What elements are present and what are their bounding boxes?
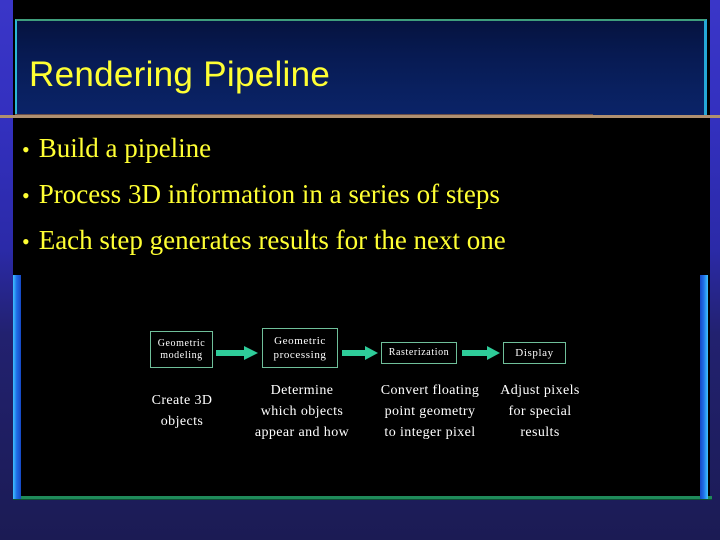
accent-bar-left	[13, 275, 21, 499]
stage-box-label-line1: Geometric	[274, 335, 326, 347]
bullet-marker-icon: •	[22, 183, 30, 208]
caption-line-2: point geometry	[384, 404, 476, 419]
stage-caption-display: Adjust pixels for special results	[492, 380, 588, 443]
bullet-item-1: • Process 3D information in a series of …	[22, 172, 682, 218]
stage-box-label-line1: Display	[515, 346, 554, 359]
stage-caption-geometric-processing: Determine which objects appear and how	[234, 380, 370, 443]
caption-line-3: results	[520, 425, 560, 440]
slide: Rendering Pipeline • Build a pipeline • …	[0, 0, 720, 540]
bullet-item-0: • Build a pipeline	[22, 126, 682, 172]
caption-line-1: Create 3D	[151, 393, 213, 408]
stage-box-rasterization[interactable]: Rasterization	[381, 342, 457, 364]
caption-line-3: appear and how	[254, 425, 350, 440]
caption-line-1: Adjust pixels	[500, 383, 580, 398]
bullet-marker-icon: •	[22, 229, 30, 254]
stage-box-geometric-processing[interactable]: Geometric processing	[262, 328, 338, 368]
arrow-right-icon	[342, 346, 378, 360]
stage-box-label-line1: Geometric	[157, 337, 206, 349]
stage-caption-geometric-modeling: Create 3D objects	[128, 390, 236, 432]
stage-box-label-line1: Rasterization	[388, 347, 450, 358]
bullet-list: • Build a pipeline • Process 3D informat…	[22, 126, 682, 264]
stage-caption-rasterization: Convert floating point geometry to integ…	[366, 380, 494, 443]
accent-bar-right	[700, 275, 708, 499]
caption-line-2: which objects	[260, 404, 344, 419]
page-title: Rendering Pipeline	[29, 55, 331, 94]
arrow-right-icon	[462, 346, 500, 360]
stage-box-label-line2: processing	[273, 349, 327, 361]
bullet-item-2: • Each step generates results for the ne…	[22, 218, 682, 264]
caption-line-1: Convert floating	[380, 383, 480, 398]
arrow-right-icon	[216, 346, 258, 360]
stage-box-display[interactable]: Display	[503, 342, 566, 364]
caption-line-3: to integer pixel	[384, 425, 476, 440]
caption-line-1: Determine	[270, 383, 334, 398]
bullet-marker-icon: •	[22, 137, 30, 162]
caption-line-2: objects	[160, 414, 204, 429]
title-divider	[0, 115, 720, 118]
body-bottom-rule	[13, 496, 712, 499]
stage-box-geometric-modeling[interactable]: Geometric modeling	[150, 331, 213, 368]
bullet-text-1: Process 3D information in a series of st…	[38, 179, 500, 209]
bullet-text-2: Each step generates results for the next…	[38, 225, 506, 255]
caption-line-2: for special	[508, 404, 572, 419]
stage-box-label-line2: modeling	[160, 349, 203, 361]
bullet-text-0: Build a pipeline	[38, 133, 212, 163]
